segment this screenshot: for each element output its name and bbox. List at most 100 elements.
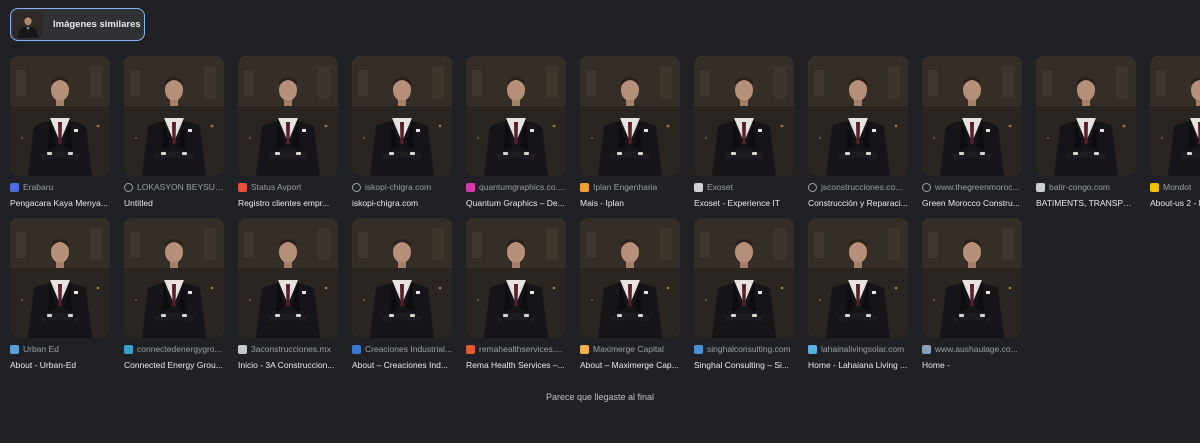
result-source-name: singhalconsulting.com [707,344,791,354]
result-thumbnail[interactable] [466,56,566,176]
result-thumbnail[interactable] [238,218,338,338]
result-thumbnail[interactable] [580,218,680,338]
result-source-name: Erabaru [23,182,54,192]
result-source[interactable]: Erabaru [10,181,110,193]
result-card[interactable]: Exoset Exoset - Experience IT [694,56,794,208]
result-title[interactable]: About - Urban-Ed [10,360,110,370]
result-card[interactable]: connectedenergygro... Connected Energy G… [124,218,224,370]
result-thumbnail[interactable] [238,56,338,176]
result-source[interactable]: connectedenergygro... [124,343,224,355]
result-card[interactable]: www.aushaulage.co... Home - [922,218,1022,370]
result-title[interactable]: Construcción y Reparaci... [808,198,908,208]
result-title[interactable]: Untitled [124,198,224,208]
result-thumbnail[interactable] [10,56,110,176]
result-thumbnail[interactable] [694,56,794,176]
result-source-name: jsconstrucciones.co... [821,182,903,192]
result-source[interactable]: batir-congo.com [1036,181,1136,193]
result-source[interactable]: Urban Ed [10,343,110,355]
result-source[interactable]: remahealthservices.... [466,343,566,355]
result-thumbnail[interactable] [124,56,224,176]
result-source-name: Creaciones Industrial... [365,344,452,354]
result-thumbnail[interactable] [922,218,1022,338]
result-source-name: www.aushaulage.co... [935,344,1018,354]
result-card[interactable]: iskopi-chigra.com iskopi-chigra.com [352,56,452,208]
result-card[interactable]: quantumgraphics.co.... Quantum Graphics … [466,56,566,208]
result-title[interactable]: About-us 2 - Mo [1150,198,1200,208]
3a-icon [238,344,247,354]
result-card[interactable]: www.thegreenmoroc... Green Morocco Const… [922,56,1022,208]
result-source-name: Iplan Engenharia [593,182,658,192]
result-card[interactable]: Urban Ed About - Urban-Ed [10,218,110,370]
result-thumbnail[interactable] [466,218,566,338]
result-source[interactable]: Status Avport [238,181,338,193]
result-card[interactable]: batir-congo.com BATIMENTS, TRANSPOR... [1036,56,1136,208]
result-title[interactable]: About – Creaciones Ind... [352,360,452,370]
result-card[interactable]: Maximerge Capital About – Maximerge Cap.… [580,218,680,370]
similar-images-button[interactable]: Imágenes similares [10,8,145,41]
result-thumbnail[interactable] [124,218,224,338]
result-title[interactable]: Connected Energy Grou... [124,360,224,370]
result-title[interactable]: Registro clientes empr... [238,198,338,208]
result-source[interactable]: Exoset [694,181,794,193]
result-title[interactable]: iskopi-chigra.com [352,198,452,208]
result-thumbnail[interactable] [1036,56,1136,176]
result-card[interactable]: Iplan Engenharia Mais - Iplan [580,56,680,208]
result-title[interactable]: Pengacara Kaya Menya... [10,198,110,208]
result-source[interactable]: 3aconstrucciones.mx [238,343,338,355]
result-title[interactable]: Exoset - Experience IT [694,198,794,208]
result-title[interactable]: Mais - Iplan [580,198,680,208]
result-source[interactable]: www.thegreenmoroc... [922,181,1022,193]
status-icon [238,182,247,192]
result-title[interactable]: Quantum Graphics – De... [466,198,566,208]
result-card[interactable]: Creaciones Industrial... About – Creacio… [352,218,452,370]
batir-icon [1036,182,1045,192]
result-source-name: quantumgraphics.co.... [479,182,565,192]
result-title[interactable]: Home - [922,360,1022,370]
result-source[interactable]: quantumgraphics.co.... [466,181,566,193]
result-source[interactable]: iskopi-chigra.com [352,181,452,193]
result-source[interactable]: singhalconsulting.com [694,343,794,355]
result-card[interactable]: lahainalivingsolar.com Home - Lahaiana L… [808,218,908,370]
result-card[interactable]: singhalconsulting.com Singhal Consulting… [694,218,794,370]
result-source[interactable]: Creaciones Industrial... [352,343,452,355]
result-thumbnail[interactable] [352,56,452,176]
connected-icon [124,344,133,354]
result-title[interactable]: Inicio - 3A Construccion... [238,360,338,370]
result-title[interactable]: Singhal Consulting – Si... [694,360,794,370]
result-thumbnail[interactable] [922,56,1022,176]
result-source[interactable]: LOKASYON BEYSUK... [124,181,224,193]
globe-icon [922,182,931,192]
result-source[interactable]: Iplan Engenharia [580,181,680,193]
result-thumbnail[interactable] [352,218,452,338]
result-card[interactable]: Status Avport Registro clientes empr... [238,56,338,208]
creaciones-icon [352,344,361,354]
result-card[interactable]: Mondot About-us 2 - Mo [1150,56,1200,208]
result-source-name: batir-congo.com [1049,182,1110,192]
result-thumbnail[interactable] [808,218,908,338]
result-thumbnail[interactable] [10,218,110,338]
result-source-name: Maximerge Capital [593,344,664,354]
result-thumbnail[interactable] [1150,56,1200,176]
result-card[interactable]: jsconstrucciones.co... Construcción y Re… [808,56,908,208]
similar-images-thumbnail [13,11,43,38]
result-card[interactable]: LOKASYON BEYSUK... Untitled [124,56,224,208]
result-source[interactable]: www.aushaulage.co... [922,343,1022,355]
result-source[interactable]: Mondot [1150,181,1200,193]
result-source[interactable]: jsconstrucciones.co... [808,181,908,193]
result-thumbnail[interactable] [694,218,794,338]
result-source-name: Urban Ed [23,344,59,354]
result-source[interactable]: lahainalivingsolar.com [808,343,908,355]
result-card[interactable]: Erabaru Pengacara Kaya Menya... [10,56,110,208]
result-card[interactable]: 3aconstrucciones.mx Inicio - 3A Construc… [238,218,338,370]
result-thumbnail[interactable] [808,56,908,176]
result-title[interactable]: BATIMENTS, TRANSPOR... [1036,198,1136,208]
result-title[interactable]: About – Maximerge Cap... [580,360,680,370]
result-title[interactable]: Home - Lahaiana Living ... [808,360,908,370]
result-source[interactable]: Maximerge Capital [580,343,680,355]
result-thumbnail[interactable] [580,56,680,176]
result-source-name: remahealthservices.... [479,344,563,354]
result-title[interactable]: Green Morocco Constru... [922,198,1022,208]
iplan-icon [580,182,589,192]
result-card[interactable]: remahealthservices.... Rema Health Servi… [466,218,566,370]
result-title[interactable]: Rema Health Services –... [466,360,566,370]
